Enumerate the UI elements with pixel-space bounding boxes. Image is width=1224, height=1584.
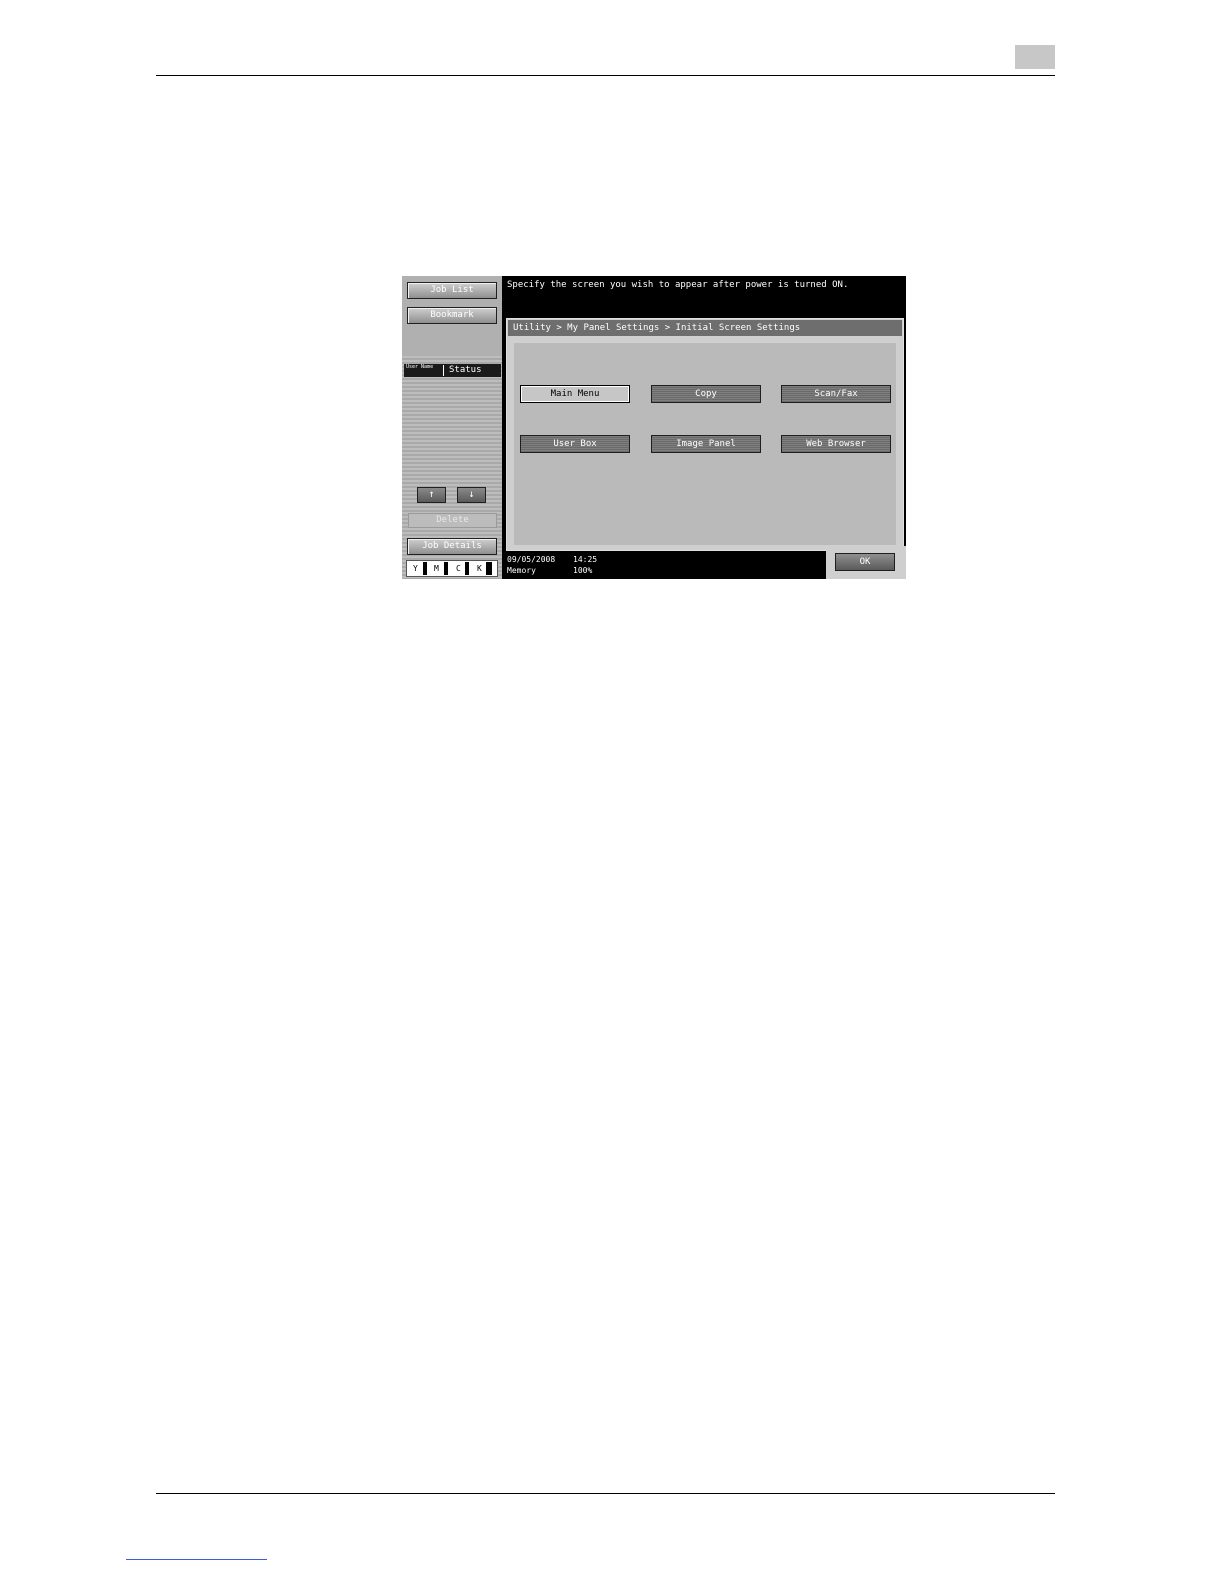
chapter-tab <box>1015 45 1055 69</box>
copy-button[interactable]: Copy <box>651 385 761 403</box>
memory-value: 100% <box>573 566 593 575</box>
bookmark-button[interactable]: Bookmark <box>407 307 497 324</box>
image-panel-button[interactable]: Image Panel <box>651 435 761 453</box>
scroll-down-button[interactable]: ↓ <box>457 487 486 503</box>
control-panel-screen: Job List Bookmark User Name Status ↑ ↓ D… <box>402 276 906 579</box>
toner-k-level <box>486 562 492 575</box>
ok-button[interactable]: OK <box>835 553 895 571</box>
memory-label: Memory <box>507 566 536 575</box>
message-bar: Specify the screen you wish to appear af… <box>502 276 906 316</box>
scan-fax-button[interactable]: Scan/Fax <box>781 385 891 403</box>
main-menu-button[interactable]: Main Menu <box>520 385 630 403</box>
job-sidebar: Job List Bookmark User Name Status ↑ ↓ D… <box>402 276 502 579</box>
user-name-header: User Name <box>406 364 434 370</box>
toner-y-level <box>423 562 427 575</box>
footer-link-underline <box>126 1559 267 1560</box>
options-area: Main Menu Copy Scan/Fax User Box Image P… <box>514 343 896 545</box>
job-list-button[interactable]: Job List <box>407 282 497 299</box>
header-rule <box>156 75 1055 76</box>
delete-button[interactable]: Delete <box>408 513 497 528</box>
time-display: 14:25 <box>573 555 598 564</box>
job-table-header: User Name Status <box>404 364 501 377</box>
toner-m-level <box>444 562 448 575</box>
instruction-text: Specify the screen you wish to appear af… <box>507 280 849 290</box>
toner-c-label: C <box>456 564 461 573</box>
footer-rule <box>156 1493 1055 1494</box>
toner-c-level <box>465 562 469 575</box>
toner-level-bar: Y M C K <box>406 560 498 577</box>
toner-m-label: M <box>434 564 439 573</box>
toner-y-label: Y <box>413 564 418 573</box>
toner-k-label: K <box>477 564 482 573</box>
web-browser-button[interactable]: Web Browser <box>781 435 891 453</box>
status-header: Status <box>449 365 482 375</box>
user-box-button[interactable]: User Box <box>520 435 630 453</box>
date-display: 09/05/2008 <box>507 555 556 564</box>
scroll-up-button[interactable]: ↑ <box>417 487 446 503</box>
breadcrumb: Utility > My Panel Settings > Initial Sc… <box>508 320 902 336</box>
job-details-button[interactable]: Job Details <box>407 538 497 555</box>
settings-content: Utility > My Panel Settings > Initial Sc… <box>506 318 904 551</box>
